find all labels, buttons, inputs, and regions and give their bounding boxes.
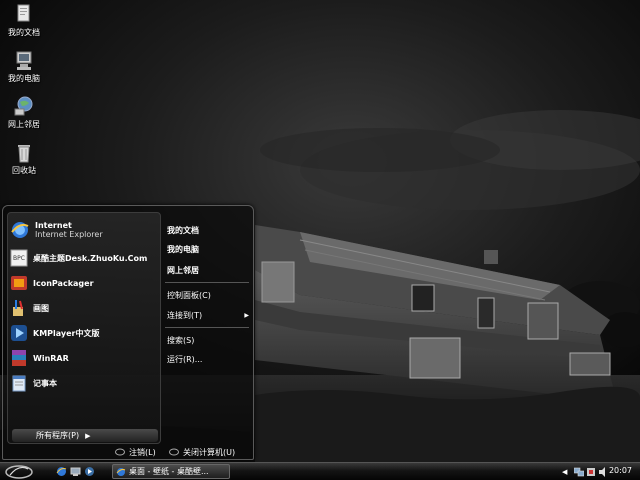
program-name: Internet [35,221,72,230]
program-name: KMPlayer中文版 [33,328,100,338]
paint-icon [13,300,23,316]
menu-item-control-panel[interactable]: 控制面板(C) [167,289,249,302]
pinned-programs-panel: Internet Internet Explorer BPC 桌酷主题Desk.… [7,212,161,444]
program-name: 记事本 [33,378,57,388]
desktop-icon-my-computer[interactable]: 我的电脑 [2,50,46,84]
program-internet-explorer[interactable]: Internet Internet Explorer [10,217,160,243]
volume-tray-icon[interactable] [586,467,596,477]
menu-item-network-places[interactable]: 网上邻居 [167,264,249,277]
tray-expand-icon[interactable]: ◀ [562,467,572,477]
all-programs-label: 所有程序(P) [36,431,80,440]
taskbar-window-button[interactable]: 桌面 - 壁纸 - 桌酷壁... [112,464,230,479]
arrow-right-icon: ▶ [85,431,91,440]
menu-item-my-computer[interactable]: 我的电脑 [167,243,249,256]
program-name: 画图 [33,303,49,313]
start-menu-footer: 注销(L) 关闭计算机(U) [3,444,253,459]
menu-item-run[interactable]: 运行(R)... [167,353,249,366]
program-kmplayer[interactable]: KMPlayer中文版 [10,322,160,344]
program-name: WinRAR [33,353,69,363]
menu-item-search[interactable]: 搜索(S) [167,334,249,347]
iconpackager-icon [11,276,27,290]
desktop-icon-network-places[interactable]: 网上邻居 [2,96,46,130]
quicklaunch-ie-icon[interactable] [56,466,67,477]
taskbar-clock[interactable]: 20:07 [609,466,632,475]
internet-explorer-icon [11,222,29,238]
network-places-icon [14,96,33,116]
system-tray: ◀ 20:07 [562,464,640,480]
notepad-icon [12,375,26,392]
my-documents-icon [17,4,30,22]
places-panel: 我的文档 我的电脑 网上邻居 控制面板(C) 连接到(T) ▶ 搜索(S) 运行… [163,212,251,444]
zhuoku-theme-icon: BPC [10,249,28,267]
desktop-icon-recycle-bin[interactable]: 回收站 [2,142,46,176]
quicklaunch-media-icon[interactable] [84,466,95,477]
desktop-icon-label: 网上邻居 [8,120,40,129]
menu-item-label: 连接到(T) [167,311,203,320]
shutdown-button[interactable]: 关闭计算机(U) [169,446,235,458]
start-button[interactable] [4,464,34,480]
speaker-icon[interactable] [598,467,608,477]
kmplayer-icon [11,325,27,341]
menu-item-connect-to[interactable]: 连接到(T) ▶ [167,309,249,322]
quicklaunch-desktop-icon[interactable] [70,466,81,477]
arrow-right-icon: ▶ [244,312,249,319]
svg-text:BPC: BPC [13,255,25,262]
recycle-bin-icon [18,145,30,163]
internet-explorer-icon [116,467,126,476]
program-winrar[interactable]: WinRAR [10,347,160,369]
start-menu: Internet Internet Explorer BPC 桌酷主题Desk.… [2,205,254,460]
logoff-button[interactable]: 注销(L) [115,446,156,458]
program-name: IconPackager [33,278,94,288]
menu-item-my-documents[interactable]: 我的文档 [167,224,249,237]
taskbar: 桌面 - 壁纸 - 桌酷壁... ◀ 20:07 [0,462,640,480]
shutdown-label: 关闭计算机(U) [183,447,236,457]
desktop-icon-my-documents[interactable]: 我的文档 [2,4,46,38]
my-computer-icon [16,51,32,70]
logoff-icon [115,448,125,456]
desktop-icon-label: 我的文档 [8,28,40,37]
menu-divider [165,282,249,283]
menu-divider [165,327,249,328]
program-paint[interactable]: 画图 [10,297,160,319]
all-programs-button[interactable]: 所有程序(P) ▶ [12,429,158,442]
program-subtitle: Internet Explorer [35,230,103,239]
desktop-icon-label: 回收站 [12,166,36,175]
program-name: 桌酷主题Desk.ZhuoKu.Com [33,253,148,263]
taskbar-window-title: 桌面 - 壁纸 - 桌酷壁... [129,467,209,476]
power-icon [169,448,179,456]
program-zhuoku-theme[interactable]: BPC 桌酷主题Desk.ZhuoKu.Com [10,247,160,269]
program-iconpackager[interactable]: IconPackager [10,272,160,294]
network-tray-icon[interactable] [574,467,584,477]
logoff-label: 注销(L) [129,447,156,457]
winrar-icon [12,350,26,366]
program-notepad[interactable]: 记事本 [10,372,160,394]
desktop-icon-label: 我的电脑 [8,74,40,83]
